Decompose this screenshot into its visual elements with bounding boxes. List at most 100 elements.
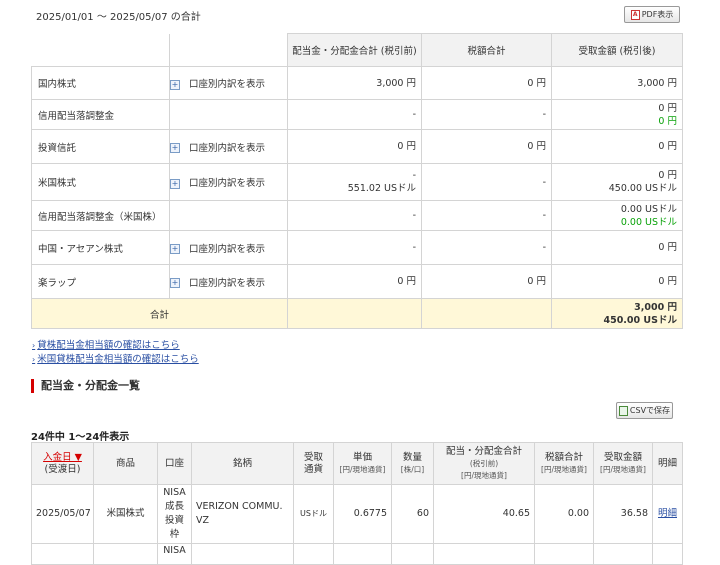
- col-gross: 配当・分配金合計 (税引前) [円/現地通貨]: [433, 442, 535, 485]
- margin-adjust-value: 0 円: [658, 115, 677, 127]
- breakdown-toggle[interactable]: + 口座別内訳を表示: [169, 230, 288, 265]
- col-tax: 税額合計 [円/現地通貨]: [534, 442, 594, 485]
- summary-tax: 0 円: [421, 129, 552, 164]
- header-tax: 税額合計: [421, 33, 552, 67]
- col-product: 商品: [93, 442, 158, 485]
- total-net: 3,000 円 450.00 USドル: [551, 298, 683, 329]
- cell-tax: 0.00: [534, 484, 594, 544]
- total-label: 合計: [31, 298, 288, 329]
- cell-issue: [191, 543, 294, 565]
- summary-gross: -551.02 USドル: [287, 163, 422, 201]
- plus-icon[interactable]: +: [170, 79, 180, 90]
- col-account: 口座: [157, 442, 192, 485]
- col-quantity: 数量 [株/口]: [391, 442, 434, 485]
- summary-gross: -: [287, 99, 422, 130]
- summary-tax: -: [421, 230, 552, 265]
- summary-row: 国内株式 + 口座別内訳を表示 3,000 円0 円 3,000 円: [31, 66, 683, 100]
- csv-button-label: CSVで保存: [629, 406, 671, 415]
- summary-row-name: 信用配当落調整金: [31, 99, 170, 130]
- cell-account: NISA: [157, 543, 192, 565]
- detail-row: NISA: [31, 543, 683, 565]
- summary-gross: 3,000 円: [287, 66, 422, 100]
- summary-row-name: 信用配当落調整金（米国株）: [31, 200, 170, 231]
- dividend-detail-table: 入金日 ▼ (受渡日) 商品 口座 銘柄 受取 通貨 単価 [円/現地通貨] 数量[…: [31, 442, 683, 565]
- cell-account: NISA 成長 投資 枠: [157, 484, 192, 544]
- summary-tax: -: [421, 99, 552, 130]
- breakdown-label[interactable]: 口座別内訳を表示: [189, 244, 265, 255]
- summary-row: 米国株式 + 口座別内訳を表示 -551.02 USドル -0 円 450.00 USドル: [31, 163, 683, 201]
- arrow-right-icon: ›: [32, 355, 36, 364]
- summary-gross: 0 円: [287, 264, 422, 299]
- cell-quantity: [391, 543, 434, 565]
- col-date[interactable]: 入金日 ▼ (受渡日): [31, 442, 94, 485]
- summary-net: 3,000 円: [551, 66, 683, 100]
- summary-row: 中国・アセアン株式 + 口座別内訳を表示 - -0 円: [31, 230, 683, 265]
- margin-adjust-value: 0.00 USドル: [620, 216, 677, 228]
- summary-net: 0 円: [551, 230, 683, 265]
- summary-net: 0 円0 円: [551, 99, 683, 130]
- detail-row: 2025/05/07 米国株式 NISA 成長 投資 枠 VERIZON COMMU.…: [31, 484, 683, 544]
- summary-net: 0 円: [551, 264, 683, 299]
- summary-net: 0 円: [551, 129, 683, 164]
- breakdown-toggle[interactable]: + 口座別内訳を表示: [169, 163, 288, 201]
- cell-statement[interactable]: 明細: [652, 484, 683, 544]
- cell-statement[interactable]: [652, 543, 683, 565]
- breakdown-toggle[interactable]: + 口座別内訳を表示: [169, 66, 288, 100]
- summary-tax: -: [421, 200, 552, 231]
- plus-icon[interactable]: +: [170, 178, 180, 189]
- col-issue: 銘柄: [191, 442, 294, 485]
- summary-row: 信用配当落調整金（米国株） - -0.00 USドル 0.00 USドル: [31, 200, 683, 231]
- summary-row: 信用配当落調整金 - -0 円0 円: [31, 99, 683, 130]
- summary-row-name: 米国株式: [31, 163, 170, 201]
- cell-product: [93, 543, 158, 565]
- breakdown-label[interactable]: 口座別内訳を表示: [189, 278, 265, 289]
- csv-save-button[interactable]: CSVで保存: [616, 402, 673, 419]
- cell-issue: VERIZON COMMU. VZ: [191, 484, 294, 544]
- summary-row-name: 投資信託: [31, 129, 170, 164]
- cell-date: 2025/05/07: [31, 484, 94, 544]
- plus-icon[interactable]: +: [170, 143, 180, 153]
- summary-gross: -: [287, 230, 422, 265]
- cell-tax: [534, 543, 594, 565]
- cell-unit-price: 0.6775: [333, 484, 392, 544]
- summary-total-row: 合計 3,000 円 450.00 USドル: [31, 298, 683, 329]
- pdf-button-label: PDF表示: [641, 10, 674, 19]
- header-net: 受取金額 (税引後): [551, 33, 683, 67]
- summary-tax: 0 円: [421, 66, 552, 100]
- col-currency: 受取 通貨: [293, 442, 334, 485]
- breakdown-label[interactable]: 口座別内訳を表示: [189, 79, 265, 90]
- csv-icon: [618, 405, 628, 416]
- col-unit-price: 単価 [円/現地通貨]: [333, 442, 392, 485]
- sort-date-link[interactable]: 入金日 ▼: [43, 452, 82, 463]
- summary-row: 楽ラップ + 口座別内訳を表示 0 円0 円0 円: [31, 264, 683, 299]
- cell-unit-price: [333, 543, 392, 565]
- dividend-summary-table: 配当金・分配金合計 (税引前) 税額合計 受取金額 (税引後) 国内株式 + 口座別…: [31, 33, 683, 329]
- cell-gross: 40.65: [433, 484, 535, 544]
- lending-dividend-link[interactable]: › 貸株配当金相当額の確認はこちら: [32, 337, 180, 351]
- breakdown-label[interactable]: 口座別内訳を表示: [189, 143, 265, 154]
- col-statement: 明細: [652, 442, 683, 485]
- breakdown-toggle[interactable]: + 口座別内訳を表示: [169, 264, 288, 299]
- cell-product: 米国株式: [93, 484, 158, 544]
- pdf-icon: A: [630, 9, 640, 20]
- summary-row: 投資信託 + 口座別内訳を表示 0 円0 円0 円: [31, 129, 683, 164]
- cell-gross: [433, 543, 535, 565]
- cell-date: [31, 543, 94, 565]
- summary-tax: -: [421, 163, 552, 201]
- summary-gross: -: [287, 200, 422, 231]
- statement-link[interactable]: 明細: [658, 508, 677, 519]
- pdf-button[interactable]: A PDF表示: [624, 6, 680, 23]
- summary-row-name: 国内株式: [31, 66, 170, 100]
- us-lending-dividend-link[interactable]: › 米国貸株配当金相当額の確認はこちら: [32, 351, 199, 365]
- cell-currency: USドル: [293, 484, 334, 544]
- breakdown-label[interactable]: 口座別内訳を表示: [189, 178, 265, 189]
- cell-net: 36.58: [593, 484, 653, 544]
- summary-gross: 0 円: [287, 129, 422, 164]
- cell-currency: [293, 543, 334, 565]
- breakdown-toggle[interactable]: + 口座別内訳を表示: [169, 129, 288, 164]
- plus-icon[interactable]: +: [170, 244, 180, 254]
- arrow-right-icon: ›: [32, 341, 36, 350]
- summary-row-name: 中国・アセアン株式: [31, 230, 170, 265]
- summary-net: 0 円 450.00 USドル: [551, 163, 683, 201]
- plus-icon[interactable]: +: [170, 278, 180, 288]
